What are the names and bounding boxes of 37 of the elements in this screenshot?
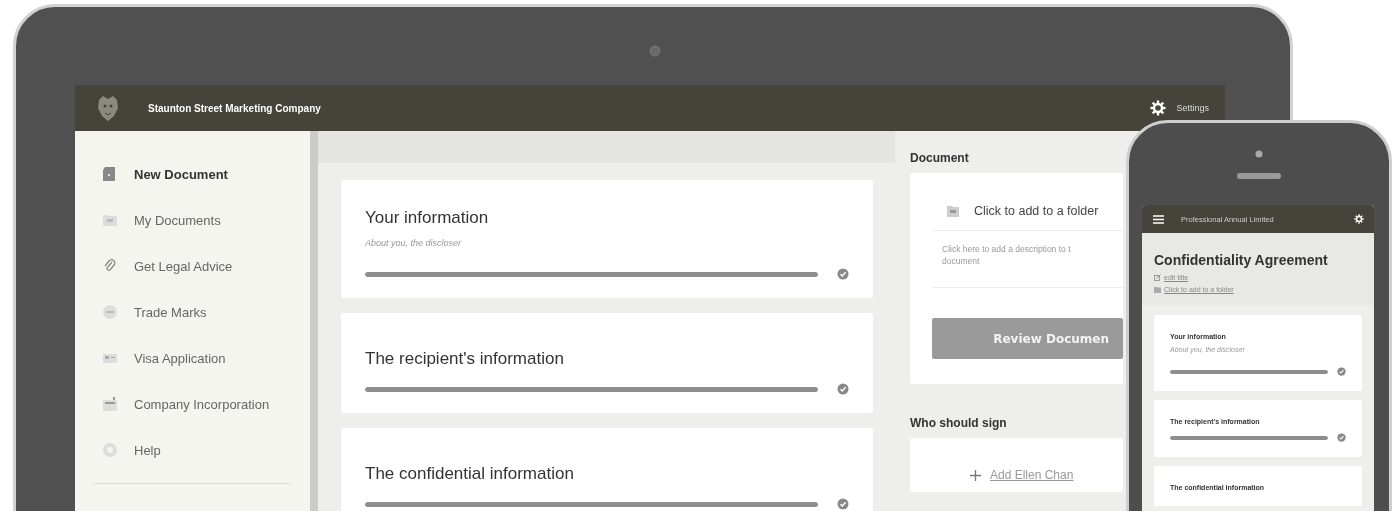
sidebar-item[interactable]: Trade Marks [75, 289, 207, 335]
panel-heading: Document [910, 151, 969, 165]
folder-icon [946, 204, 960, 218]
section-card[interactable]: The recipient's information [341, 313, 873, 413]
sidebar-item[interactable]: Get Legal Advice [75, 243, 233, 289]
sidebar-item[interactable]: Visa Application [75, 335, 226, 381]
section-title: The confidential information [365, 464, 575, 484]
company-name: Staunton Street Marketing Company [148, 102, 321, 114]
sidebar-item[interactable]: Company Incorporation [75, 381, 270, 427]
folder-icon [1154, 286, 1161, 293]
document-title: Confidentiality Agreement [1154, 252, 1329, 268]
section-title: Your information [365, 208, 490, 228]
section-card[interactable]: Your information About you, the discloser [341, 180, 873, 298]
plus-icon [970, 469, 981, 481]
section-subtitle: About you, the discloser [365, 238, 463, 248]
edit-icon [1154, 274, 1161, 281]
menu-icon [1153, 214, 1164, 224]
description-text: document [942, 255, 980, 267]
description-field[interactable]: Click here to add a description to t document [932, 231, 1123, 288]
settings-icon [1150, 100, 1167, 116]
speaker-grille [1237, 173, 1281, 179]
document-icon [102, 166, 118, 182]
folder-icon [102, 212, 118, 228]
section-title: The recipient's information [365, 349, 565, 369]
settings-icon [1354, 214, 1364, 224]
add-signer-link[interactable]: Add Ellen Chan [990, 468, 1074, 482]
sidebar-item[interactable]: My Documents [75, 197, 221, 243]
panel-heading: Who should sign [910, 416, 1007, 430]
description-text: Click here to add a description to t [942, 243, 1071, 255]
sidebar-item[interactable]: Help [75, 427, 161, 473]
camera-icon [649, 45, 661, 57]
sidebar-item[interactable]: New Document [75, 151, 228, 197]
section-card[interactable]: The confidential information [341, 428, 873, 511]
camera-icon [1255, 150, 1263, 158]
paperclip-icon [102, 258, 118, 274]
folder-link[interactable]: Click to add to a folder [974, 204, 1099, 218]
settings-link[interactable]: Settings [1176, 103, 1209, 113]
